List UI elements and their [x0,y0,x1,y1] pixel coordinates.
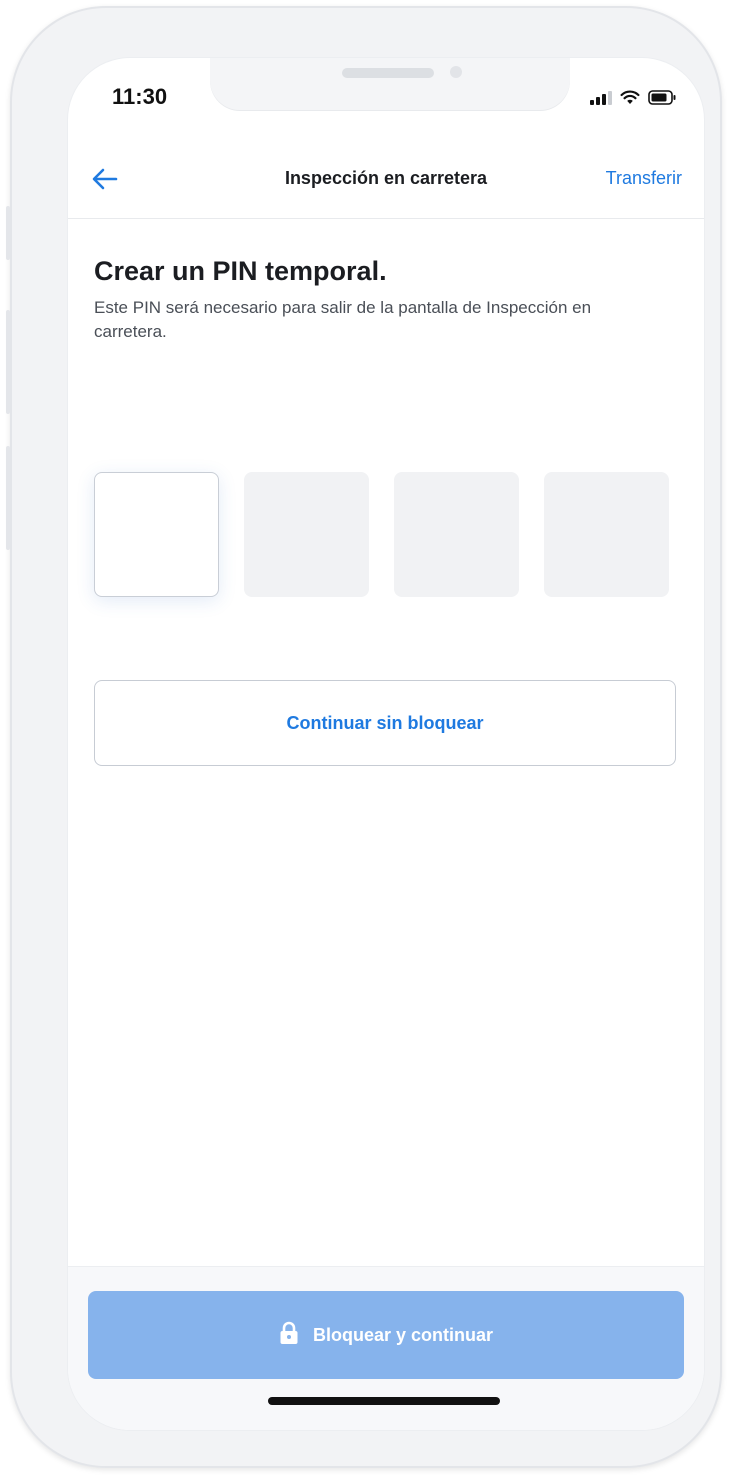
footer-bar: Bloquear y continuar [68,1266,704,1430]
pin-digit-1[interactable] [94,472,219,597]
pin-digit-4[interactable] [544,472,669,597]
speaker-grille [342,68,434,78]
notch [210,58,570,110]
phone-frame: 11:30 Inspección en carretera Transferir… [6,6,722,1468]
lock-and-continue-label: Bloquear y continuar [312,1324,494,1345]
continue-without-lock-button[interactable]: Continuar sin bloquear [94,680,676,766]
phone-screen: 11:30 Inspección en carretera Transferir… [68,58,704,1430]
navigation-bar: Inspección en carretera Transferir [68,142,704,219]
pin-input-group [94,472,669,597]
app-canvas: 11:30 Inspección en carretera Transferir… [0,0,732,1477]
home-indicator[interactable] [268,1397,500,1405]
pin-digit-2[interactable] [244,472,369,597]
battery-icon [648,90,676,105]
wifi-icon [620,90,640,105]
section-description: Este PIN será necesario para salir de la… [94,298,592,341]
transfer-button[interactable]: Transferir [606,168,682,189]
lock-and-continue-button[interactable]: Bloquear y continuar [88,1291,684,1379]
lock-icon [279,1321,299,1350]
pin-digit-3[interactable] [394,472,519,597]
status-time: 11:30 [112,84,168,109]
cellular-signal-icon [590,91,612,105]
status-icons [590,90,676,105]
side-button-mute [6,206,10,260]
camera-dot [450,66,462,78]
section-heading: Crear un PIN temporal. [94,256,387,286]
side-button-volume-down [6,446,10,550]
side-button-volume-up [6,310,10,414]
